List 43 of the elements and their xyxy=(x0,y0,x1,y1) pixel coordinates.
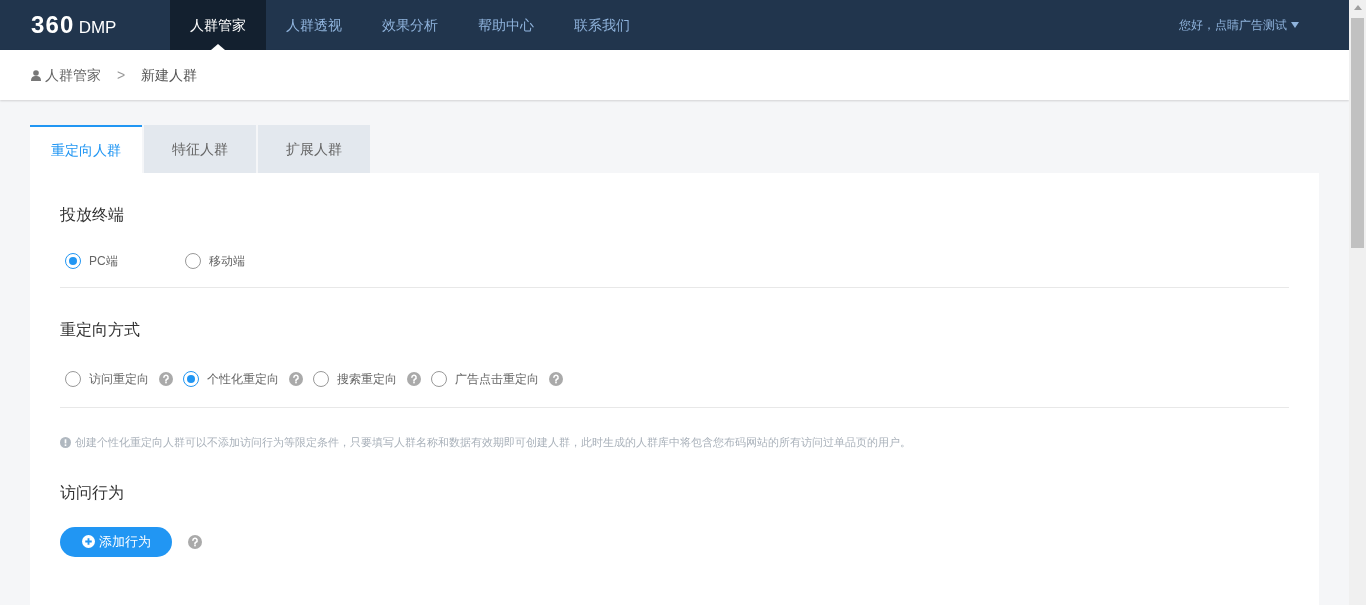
radio-label: 访问重定向 xyxy=(89,371,149,388)
nav-tab[interactable]: 效果分析 xyxy=(362,0,458,50)
help-icon[interactable] xyxy=(188,534,202,549)
radio-button[interactable] xyxy=(183,371,199,387)
radio-button[interactable] xyxy=(65,371,81,387)
scrollbar[interactable] xyxy=(1349,0,1366,605)
radio-button[interactable] xyxy=(313,371,329,387)
help-icon[interactable] xyxy=(549,372,563,386)
nav-tab[interactable]: 帮助中心 xyxy=(458,0,554,50)
info-icon xyxy=(60,436,71,448)
help-icon[interactable] xyxy=(159,372,173,386)
help-icon[interactable] xyxy=(407,372,421,386)
tab[interactable]: 扩展人群 xyxy=(258,125,370,173)
section-title: 重定向方式 xyxy=(60,320,141,340)
add-behavior-button[interactable]: 添加行为 xyxy=(60,526,172,557)
breadcrumb-separator: > xyxy=(117,65,126,85)
tab[interactable]: 特征人群 xyxy=(144,125,256,173)
breadcrumb-link[interactable]: 人群管家 xyxy=(45,64,101,86)
caret-icon xyxy=(1291,22,1299,28)
radio-label: 广告点击重定向 xyxy=(455,371,539,388)
logo-number: 360 xyxy=(31,10,75,40)
nav-tab[interactable]: 人群管家 xyxy=(170,0,266,50)
radio-button[interactable] xyxy=(185,253,201,269)
section-title: 访问行为 xyxy=(60,482,125,503)
radio-label: 移动端 xyxy=(209,253,245,270)
notice-text: 创建个性化重定向人群可以不添加访问行为等限定条件，只要填写人群名称和数据有效期即可创建人群，此时生成的人群库中将包含您布码网站的所有访问过单品页的用户。 xyxy=(75,435,911,450)
scrollbar-thumb[interactable] xyxy=(1351,18,1364,248)
nav-tab[interactable]: 人群透视 xyxy=(266,0,362,50)
radio-label: PC端 xyxy=(89,253,118,270)
tab[interactable]: 重定向人群 xyxy=(30,125,142,173)
radio-button[interactable] xyxy=(65,253,81,269)
radio-label: 个性化重定向 xyxy=(207,371,279,388)
nav-tab[interactable]: 联系我们 xyxy=(554,0,650,50)
help-icon[interactable] xyxy=(289,372,303,386)
plus-circle-icon xyxy=(81,535,95,548)
breadcrumb-current: 新建人群 xyxy=(141,65,198,85)
radio-button[interactable] xyxy=(431,371,447,387)
scroll-up-icon xyxy=(1353,5,1362,10)
user-menu[interactable]: 您好，点睛广告测试 xyxy=(1179,16,1299,34)
logo-text: DMP xyxy=(78,17,117,39)
user-icon xyxy=(31,69,41,81)
radio-label: 搜索重定向 xyxy=(337,371,397,388)
section-title: 投放终端 xyxy=(60,205,125,225)
